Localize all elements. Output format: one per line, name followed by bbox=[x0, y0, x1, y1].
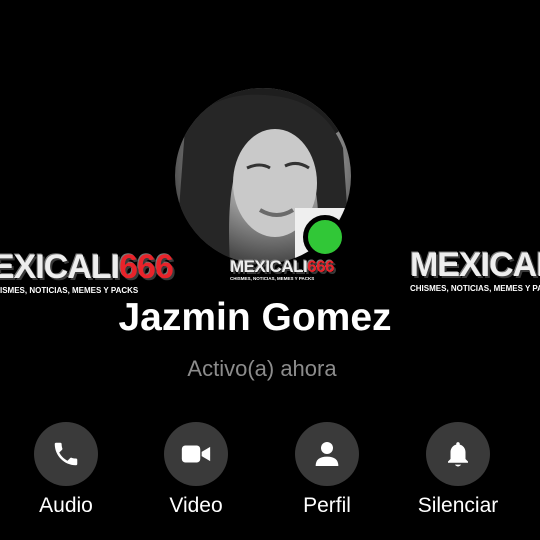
audio-label: Audio bbox=[39, 494, 93, 517]
person-icon bbox=[315, 442, 339, 466]
audio-call-circle[interactable] bbox=[34, 422, 98, 486]
profile-button[interactable]: Perfil bbox=[272, 422, 382, 518]
online-status-indicator bbox=[303, 215, 347, 259]
watermark-center: MEXICALI666 CHISMES, NOTICIAS, MEMES Y P… bbox=[230, 257, 335, 281]
contact-status: Activo(a) ahora bbox=[187, 356, 337, 381]
profile-circle[interactable] bbox=[295, 422, 359, 486]
watermark-left: EXICALI666 ISMES, NOTICIAS, MEMES Y PACK… bbox=[0, 248, 174, 295]
mute-button[interactable]: Silenciar bbox=[403, 422, 513, 518]
bell-icon bbox=[448, 442, 468, 467]
video-call-circle[interactable] bbox=[164, 422, 228, 486]
mute-circle[interactable] bbox=[426, 422, 490, 486]
video-camera-icon bbox=[181, 445, 211, 463]
video-label: Video bbox=[169, 494, 223, 517]
watermark-right: MEXICALI666 CHISMES, NOTICIAS, MEMES Y P… bbox=[410, 246, 540, 293]
silenciar-label: Silenciar bbox=[417, 494, 499, 517]
phone-icon bbox=[54, 442, 78, 466]
audio-call-button[interactable]: Audio bbox=[11, 422, 121, 518]
contact-name: Jazmin Gomez bbox=[118, 296, 392, 339]
profile-avatar[interactable] bbox=[175, 88, 351, 264]
perfil-label: Perfil bbox=[303, 494, 351, 517]
video-call-button[interactable]: Video bbox=[141, 422, 251, 518]
